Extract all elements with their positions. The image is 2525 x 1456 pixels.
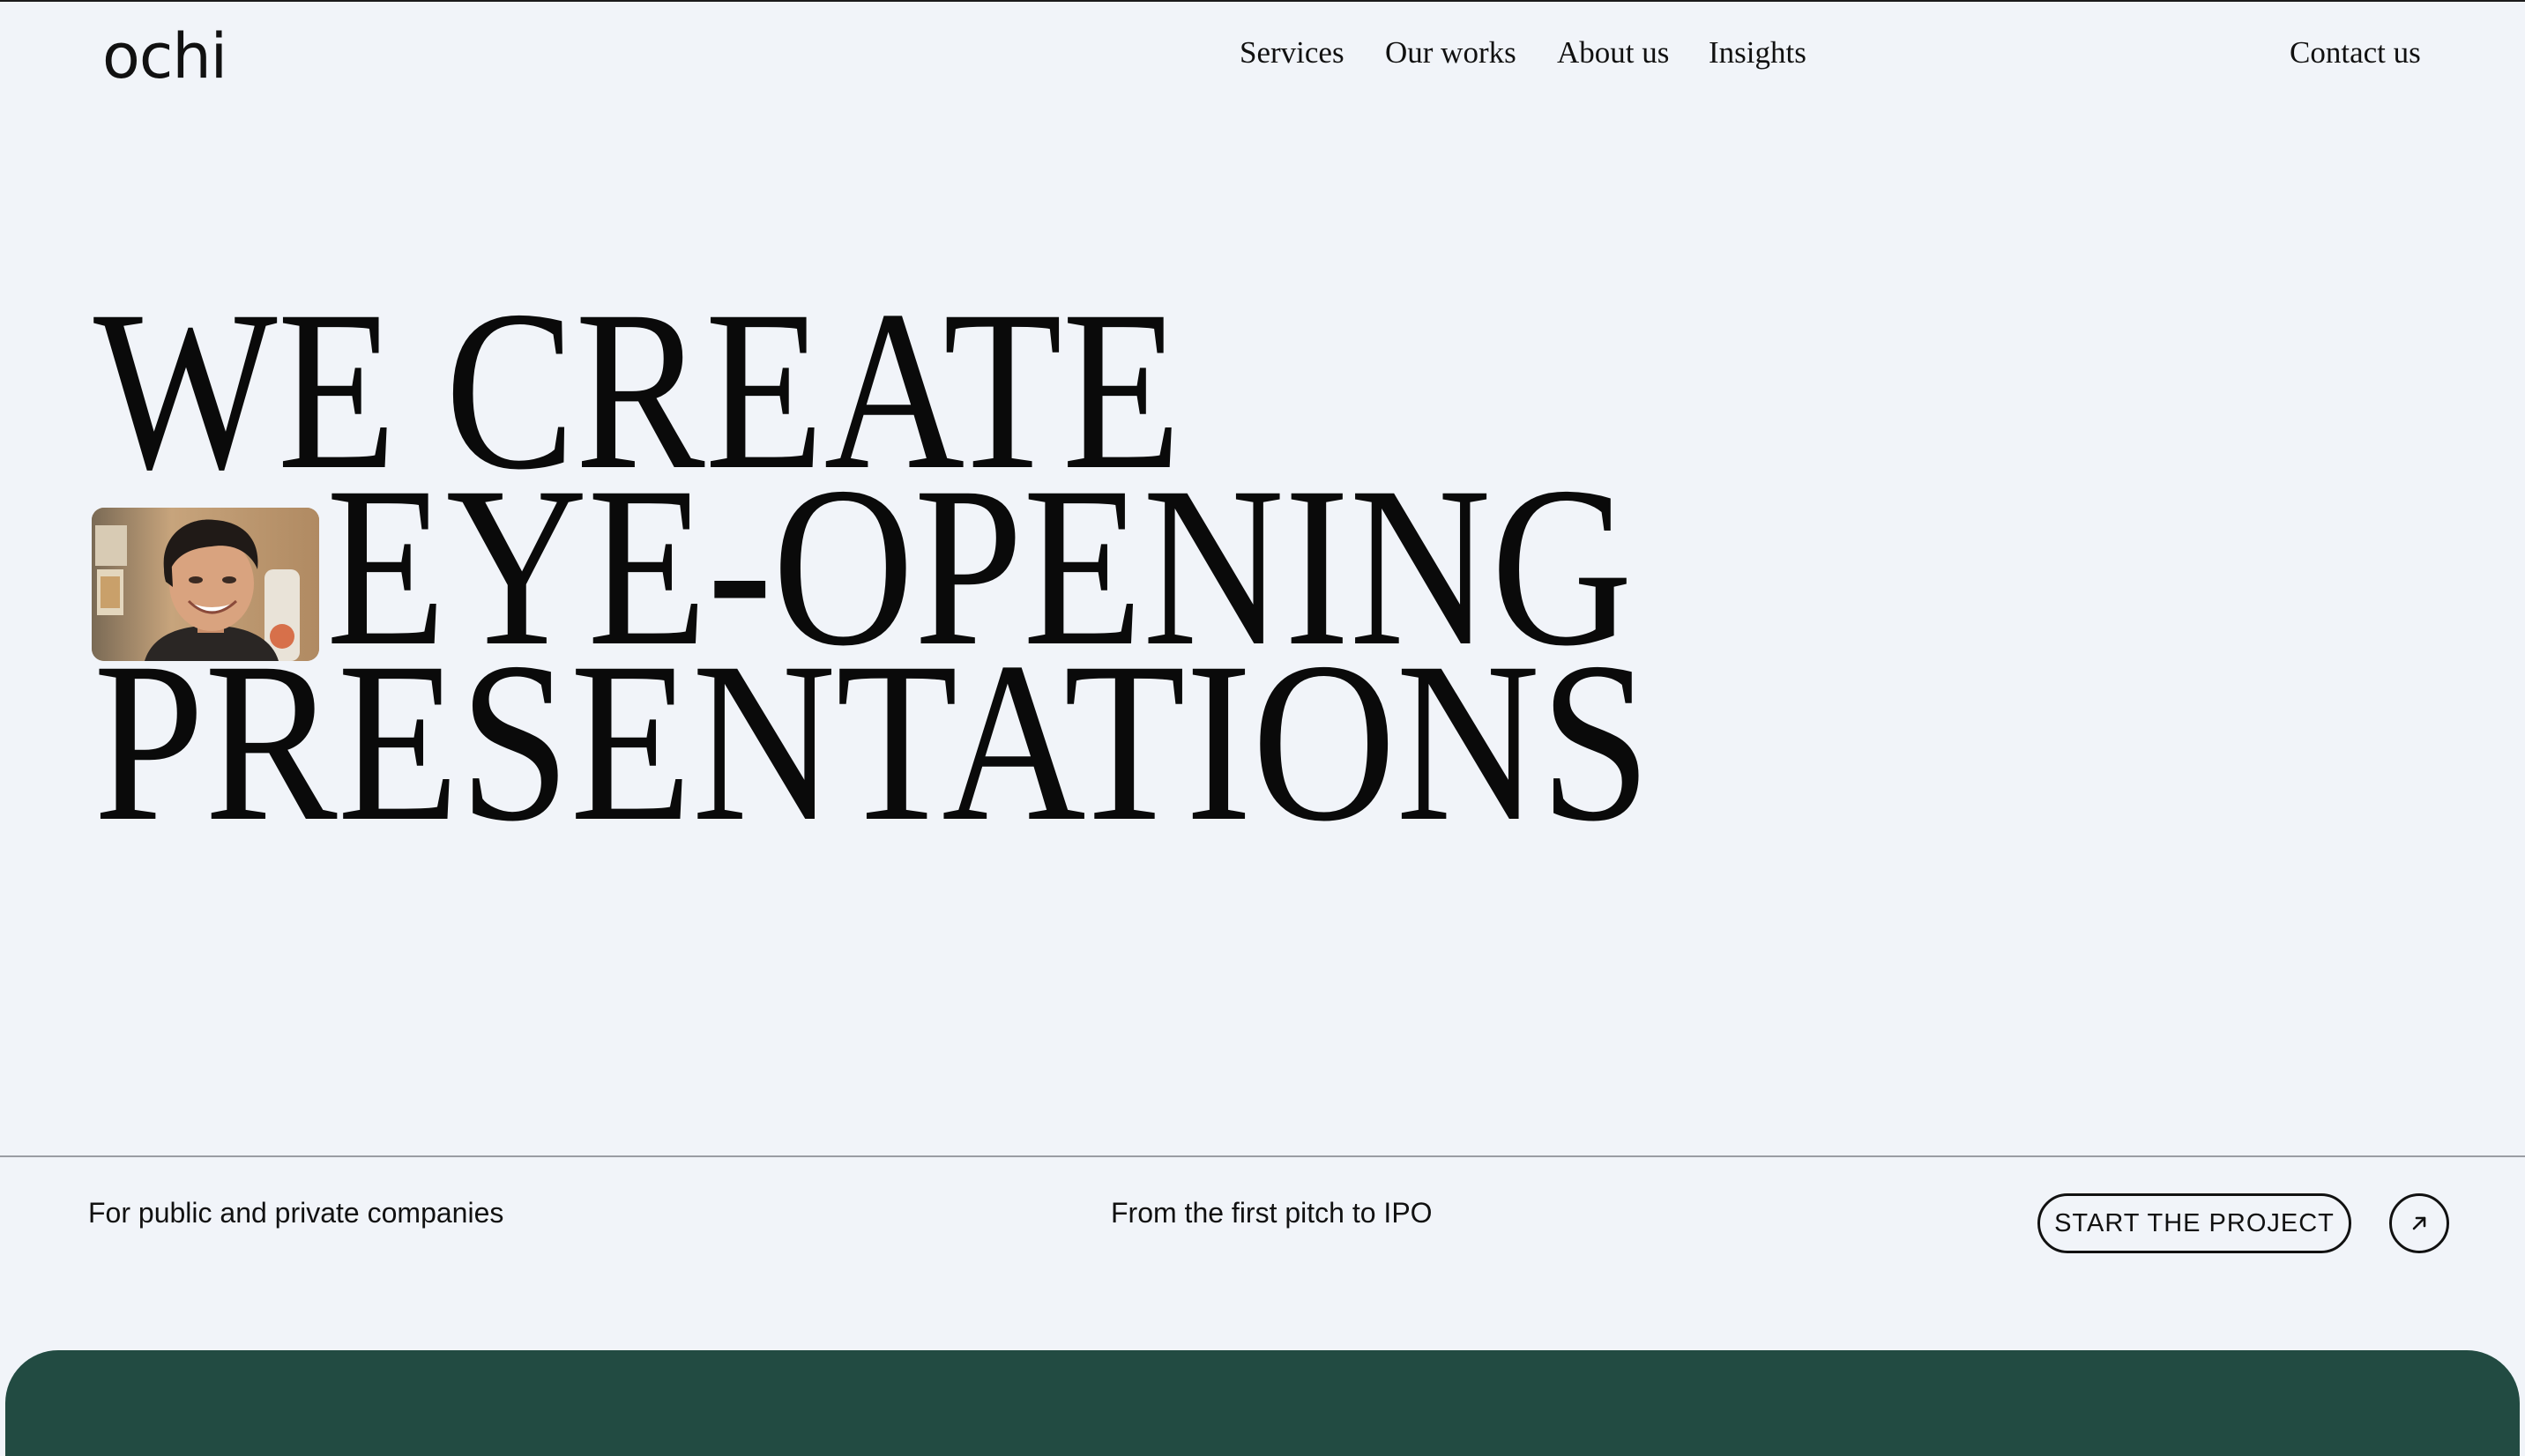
arrow-up-right-icon [2412,1216,2426,1230]
ochi-logo[interactable]: ochi [102,21,227,92]
section-divider [0,1155,2525,1157]
tagline-pitch-to-ipo: From the first pitch to IPO [1111,1197,1433,1229]
start-project-button[interactable]: START THE PROJECT [2037,1193,2351,1253]
hero-heading-line-3: PRESENTATIONS [93,615,1651,869]
start-project-arrow-button[interactable] [2389,1193,2449,1253]
nav-link-insights[interactable]: Insights [1709,33,1806,72]
nav-link-contact-us[interactable]: Contact us [2290,33,2421,72]
tagline-companies: For public and private companies [88,1197,504,1229]
nav-link-our-works[interactable]: Our works [1385,33,1516,72]
next-section-panel [5,1350,2520,1456]
nav-link-services[interactable]: Services [1240,33,1344,72]
nav-link-about-us[interactable]: About us [1557,33,1669,72]
site-header: ochi Services Our works About us Insight… [0,2,2525,104]
